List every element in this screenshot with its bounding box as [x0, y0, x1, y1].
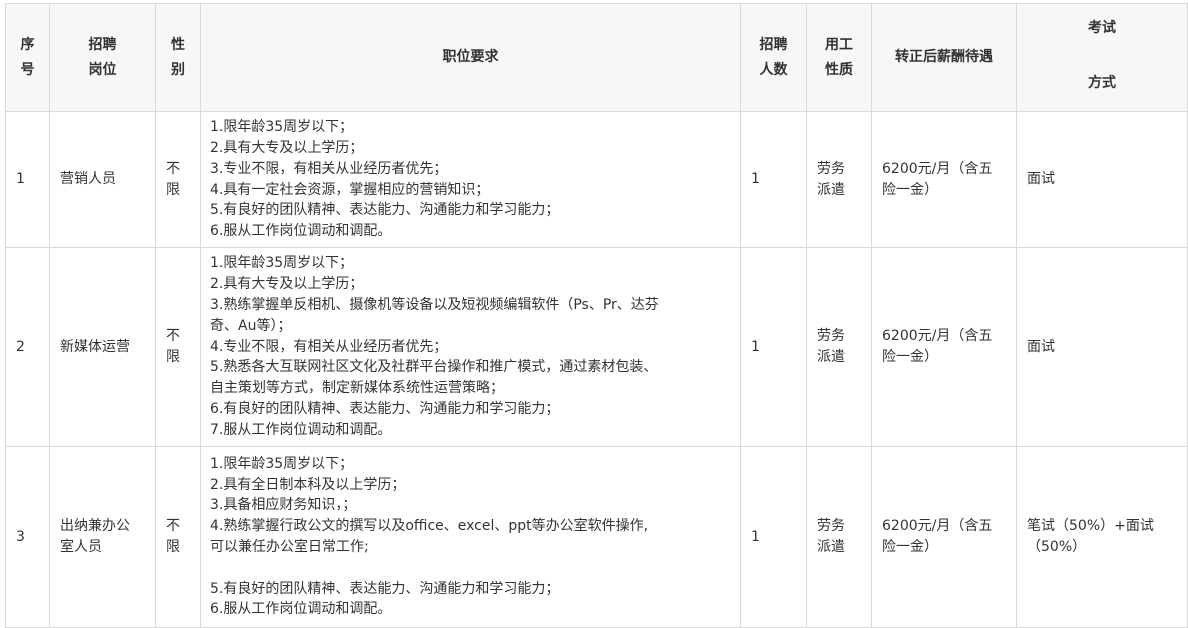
row-salary: 6200元/月（含五 险一金） [871, 446, 1017, 628]
row-index: 2 [5, 247, 50, 447]
row-exam: 笔试（50%）+面试 （50%） [1016, 446, 1188, 628]
recruitment-table: 序 号 招聘 岗位 性 别 职位要求 招聘 人数 用工 性质 转正后薪酬待遇 考… [5, 3, 1188, 628]
row-employment-type: 劳务 派遣 [806, 446, 872, 628]
table-row: 3 出纳兼办公 室人员 不 限 1.限年龄35周岁以下； 2.具有全日制本科及以… [5, 446, 1188, 628]
header-exam: 考试 方式 [1016, 3, 1188, 112]
header-row: 序 号 招聘 岗位 性 别 职位要求 招聘 人数 用工 性质 转正后薪酬待遇 考… [5, 3, 1188, 112]
row-count: 1 [740, 247, 807, 447]
row-position: 出纳兼办公 室人员 [49, 446, 156, 628]
row-position: 营销人员 [49, 111, 156, 248]
header-salary: 转正后薪酬待遇 [871, 3, 1017, 112]
row-count: 1 [740, 111, 807, 248]
row-requirements: 1.限年龄35周岁以下； 2.具有大专及以上学历； 3.专业不限，有相关从业经历… [200, 111, 741, 248]
row-salary: 6200元/月（含五 险一金） [871, 247, 1017, 447]
table-row: 2 新媒体运营 不 限 1.限年龄35周岁以下； 2.具有大专及以上学历； 3.… [5, 247, 1188, 447]
row-index: 1 [5, 111, 50, 248]
row-employment-type: 劳务 派遣 [806, 111, 872, 248]
row-gender: 不 限 [155, 247, 201, 447]
table-row: 1 营销人员 不 限 1.限年龄35周岁以下； 2.具有大专及以上学历； 3.专… [5, 111, 1188, 248]
row-salary: 6200元/月（含五 险一金） [871, 111, 1017, 248]
header-gender: 性 别 [155, 3, 201, 112]
header-employment-type: 用工 性质 [806, 3, 872, 112]
row-gender: 不 限 [155, 111, 201, 248]
row-employment-type: 劳务 派遣 [806, 247, 872, 447]
row-position: 新媒体运营 [49, 247, 156, 447]
row-exam: 面试 [1016, 247, 1188, 447]
header-requirements: 职位要求 [200, 3, 741, 112]
row-index: 3 [5, 446, 50, 628]
row-count: 1 [740, 446, 807, 628]
row-requirements: 1.限年龄35周岁以下； 2.具有全日制本科及以上学历； 3.具备相应财务知识，… [200, 446, 741, 628]
row-requirements: 1.限年龄35周岁以下； 2.具有大专及以上学历； 3.熟练掌握单反相机、摄像机… [200, 247, 741, 447]
row-gender: 不 限 [155, 446, 201, 628]
header-position: 招聘 岗位 [49, 3, 156, 112]
row-exam: 面试 [1016, 111, 1188, 248]
header-count: 招聘 人数 [740, 3, 807, 112]
header-index: 序 号 [5, 3, 50, 112]
